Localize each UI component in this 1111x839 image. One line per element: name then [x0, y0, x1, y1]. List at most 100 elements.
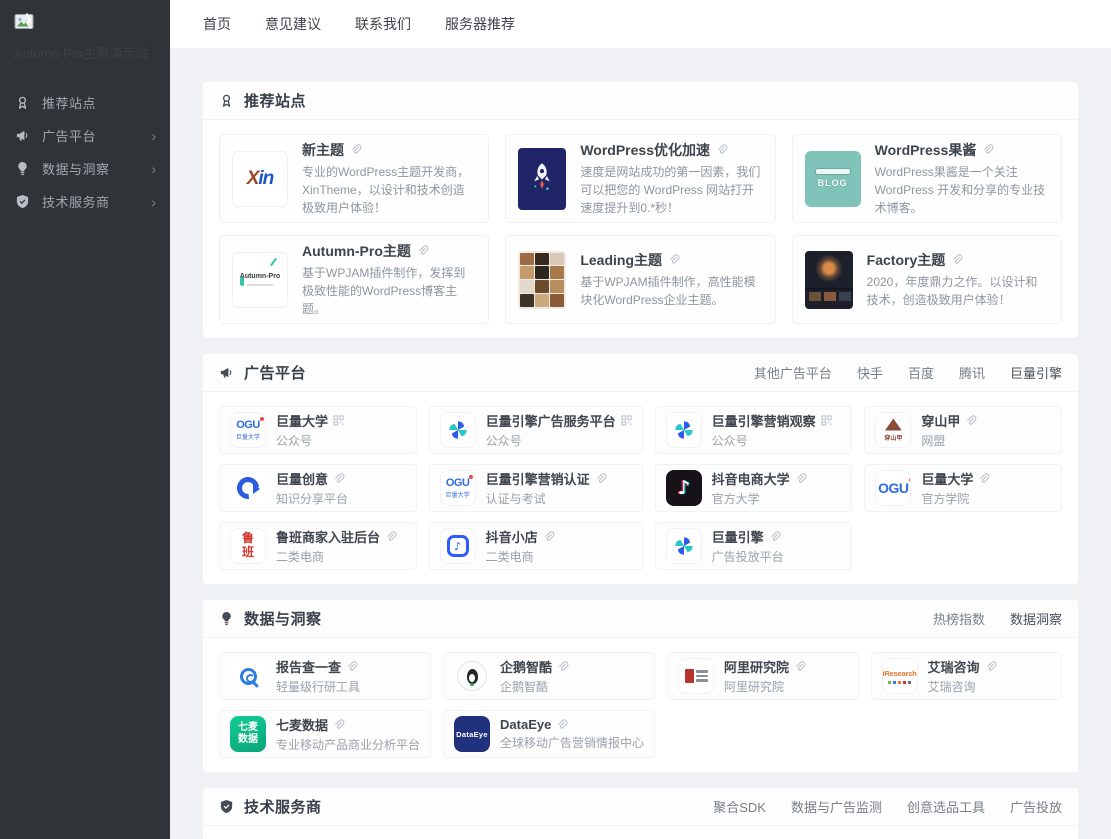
iresearch-logo: iResearch [882, 658, 918, 694]
link-icon [769, 531, 781, 543]
link-icon [595, 473, 607, 485]
medal-icon [219, 93, 235, 109]
rocket-illustration [518, 148, 566, 210]
app-card-sub: 知识分享平台 [276, 490, 348, 507]
topnav-contact[interactable]: 联系我们 [355, 14, 411, 34]
tab-hot-index[interactable]: 热榜指数 [933, 609, 985, 628]
app-card-dataeye[interactable]: DataEye DataEye 全球移动广告营销情报中心 [443, 710, 655, 758]
site-card-title: WordPress优化加速 [580, 140, 710, 160]
app-card-title: 巨量大学 [921, 469, 973, 488]
douyin-logo: ♪ [666, 470, 702, 506]
app-card-juliang-daxue-official[interactable]: OGU 巨量大学 官方学院 [864, 464, 1062, 512]
app-card-luban[interactable]: 鲁班 鲁班商家入驻后台 二类电商 [219, 522, 417, 570]
site-card-factory[interactable]: Factory主题 2020，年度鼎力之作。以设计和技术，创造极致用户体验！ [792, 235, 1062, 324]
xintheme-logo: Xin [232, 151, 288, 207]
app-card-iresearch[interactable]: iResearch 艾瑞咨询 艾瑞咨询 [871, 652, 1062, 700]
site-card-desc: 2020，年度鼎力之作。以设计和技术，创造极致用户体验！ [867, 273, 1049, 309]
sidebar-item-label: 推荐站点 [42, 93, 96, 112]
app-card-sub: 官方学院 [921, 490, 990, 507]
topnav-feedback[interactable]: 意见建议 [265, 14, 321, 34]
oceanengine-pinwheel-logo [666, 528, 702, 564]
tech-service-tabs: 聚合SDK 数据与广告监测 创意选品工具 广告投放 [713, 797, 1062, 816]
link-icon [795, 473, 807, 485]
app-card-title: 巨量大学 [276, 411, 328, 430]
app-card-sub: 阿里研究院 [724, 678, 806, 695]
tab-data-insight[interactable]: 数据洞察 [1010, 609, 1062, 628]
pangle-logo: 穿山甲 [875, 412, 911, 448]
factory-theme-thumbnail [805, 251, 853, 309]
site-logo-broken-image-icon[interactable] [0, 0, 170, 41]
section-title: 广告平台 [244, 362, 306, 383]
link-icon [417, 245, 429, 257]
app-card-sub: 公众号 [712, 432, 832, 449]
site-card-desc: WordPress果酱是一个关注 WordPress 开发和分享的专业技术博客。 [875, 163, 1049, 217]
link-icon [543, 531, 555, 543]
app-card-sub: 全球移动广告营销情报中心 [500, 734, 644, 751]
link-icon [350, 144, 362, 156]
tab-kuaishou[interactable]: 快手 [857, 363, 883, 382]
app-card-juliang-chuangyi[interactable]: 巨量创意 知识分享平台 [219, 464, 417, 512]
site-card-wpjam[interactable]: BLOG WordPress果酱 WordPress果酱是一个关注 WordPr… [792, 134, 1062, 223]
site-card-leading[interactable]: Leading主题 基于WPJAM插件制作，高性能模块化WordPress企业主… [505, 235, 775, 324]
app-card-report-search[interactable]: 报告查一查 轻量级行研工具 [219, 652, 431, 700]
site-card-desc: 基于WPJAM插件制作，发挥到极致性能的WordPress博客主题。 [302, 264, 476, 318]
juliang-daxue-logo: OGU [875, 470, 911, 506]
tab-other-platforms[interactable]: 其他广告平台 [754, 363, 832, 382]
app-card-oceanengine-observe-gzh[interactable]: 巨量引擎营销观察 公众号 [655, 406, 853, 454]
app-card-sub: 官方大学 [712, 490, 807, 507]
app-card-sub: 认证与考试 [486, 490, 607, 507]
oceanengine-pinwheel-logo [440, 412, 476, 448]
site-card-autumn-pro[interactable]: Autumn-Pro Autumn-Pro主题 基于WPJAM插件制作，发挥到极… [219, 235, 489, 324]
app-card-title: 巨量引擎广告服务平台 [486, 411, 616, 430]
app-card-title: 抖音小店 [486, 527, 538, 546]
penguin-logo [454, 658, 490, 694]
sidebar-item-ad-platforms[interactable]: 广告平台 › [0, 119, 170, 152]
link-icon [385, 531, 397, 543]
tab-tencent[interactable]: 腾讯 [959, 363, 985, 382]
site-title: Autumn-Pro主题演示站 [0, 41, 170, 72]
app-card-juliang-daxue-gzh[interactable]: OGU 巨量大学 巨量大学 公众号 [219, 406, 417, 454]
qrcode-icon [333, 415, 344, 426]
tab-oceanengine[interactable]: 巨量引擎 [1010, 363, 1062, 382]
tab-sdk[interactable]: 聚合SDK [713, 797, 766, 816]
site-card-xintheme[interactable]: Xin 新主题 专业的WordPress主题开发商，XinTheme，以设计和技… [219, 134, 489, 223]
link-icon [982, 144, 994, 156]
sidebar: Autumn-Pro主题演示站 推荐站点 广告平台 › 数据与洞察 › [0, 0, 170, 839]
sidebar-item-data-insights[interactable]: 数据与洞察 › [0, 152, 170, 185]
link-icon [985, 661, 997, 673]
site-card-wp-speedup[interactable]: WordPress优化加速 速度是网站成功的第一因素，我们可以把您的 WordP… [505, 134, 775, 223]
megaphone-icon [14, 128, 30, 144]
site-card-title: Autumn-Pro主题 [302, 241, 411, 261]
topnav-home[interactable]: 首页 [203, 14, 231, 34]
link-icon [346, 661, 358, 673]
app-card-ali-research[interactable]: 阿里研究院 阿里研究院 [667, 652, 858, 700]
app-card-oceanengine-platform[interactable]: 巨量引擎 广告投放平台 [655, 522, 853, 570]
app-card-title: 阿里研究院 [724, 657, 789, 676]
app-card-douyin-ecommerce-univ[interactable]: ♪ 抖音电商大学 官方大学 [655, 464, 853, 512]
app-card-douyin-shop[interactable]: ♪ 抖音小店 二类电商 [429, 522, 643, 570]
app-card-oceanengine-service-gzh[interactable]: 巨量引擎广告服务平台 公众号 [429, 406, 643, 454]
juliang-daxue-logo: OGU 巨量大学 [230, 412, 266, 448]
app-card-pangle[interactable]: 穿山甲 穿山甲 网盟 [864, 406, 1062, 454]
site-card-title: Factory主题 [867, 250, 946, 270]
tab-ad-delivery[interactable]: 广告投放 [1010, 797, 1062, 816]
tab-ad-monitoring[interactable]: 数据与广告监测 [791, 797, 882, 816]
ad-platform-tabs: 其他广告平台 快手 百度 腾讯 巨量引擎 [754, 363, 1062, 382]
app-card-title: 艾瑞咨询 [928, 657, 980, 676]
sidebar-item-featured-sites[interactable]: 推荐站点 [0, 86, 170, 119]
qimai-logo: 七麦数据 [230, 716, 266, 752]
oceanengine-pinwheel-logo [666, 412, 702, 448]
app-card-sub: 企鹅智酷 [500, 678, 569, 695]
app-card-qimai[interactable]: 七麦数据 七麦数据 专业移动产品商业分析平台 [219, 710, 431, 758]
sidebar-item-label: 数据与洞察 [42, 159, 110, 178]
app-card-sub: 二类电商 [486, 548, 555, 565]
report-search-logo [230, 658, 266, 694]
app-card-penguin-intelligence[interactable]: 企鹅智酷 企鹅智酷 [443, 652, 655, 700]
app-card-title: 穿山甲 [921, 411, 960, 430]
tab-creative-tools[interactable]: 创意选品工具 [907, 797, 985, 816]
app-card-oceanengine-cert[interactable]: OGU 巨量大学 巨量引擎营销认证 认证与考试 [429, 464, 643, 512]
leading-theme-thumbnail [518, 251, 566, 309]
tab-baidu[interactable]: 百度 [908, 363, 934, 382]
sidebar-item-tech-services[interactable]: 技术服务商 › [0, 185, 170, 218]
topnav-server-recommend[interactable]: 服务器推荐 [445, 14, 515, 34]
